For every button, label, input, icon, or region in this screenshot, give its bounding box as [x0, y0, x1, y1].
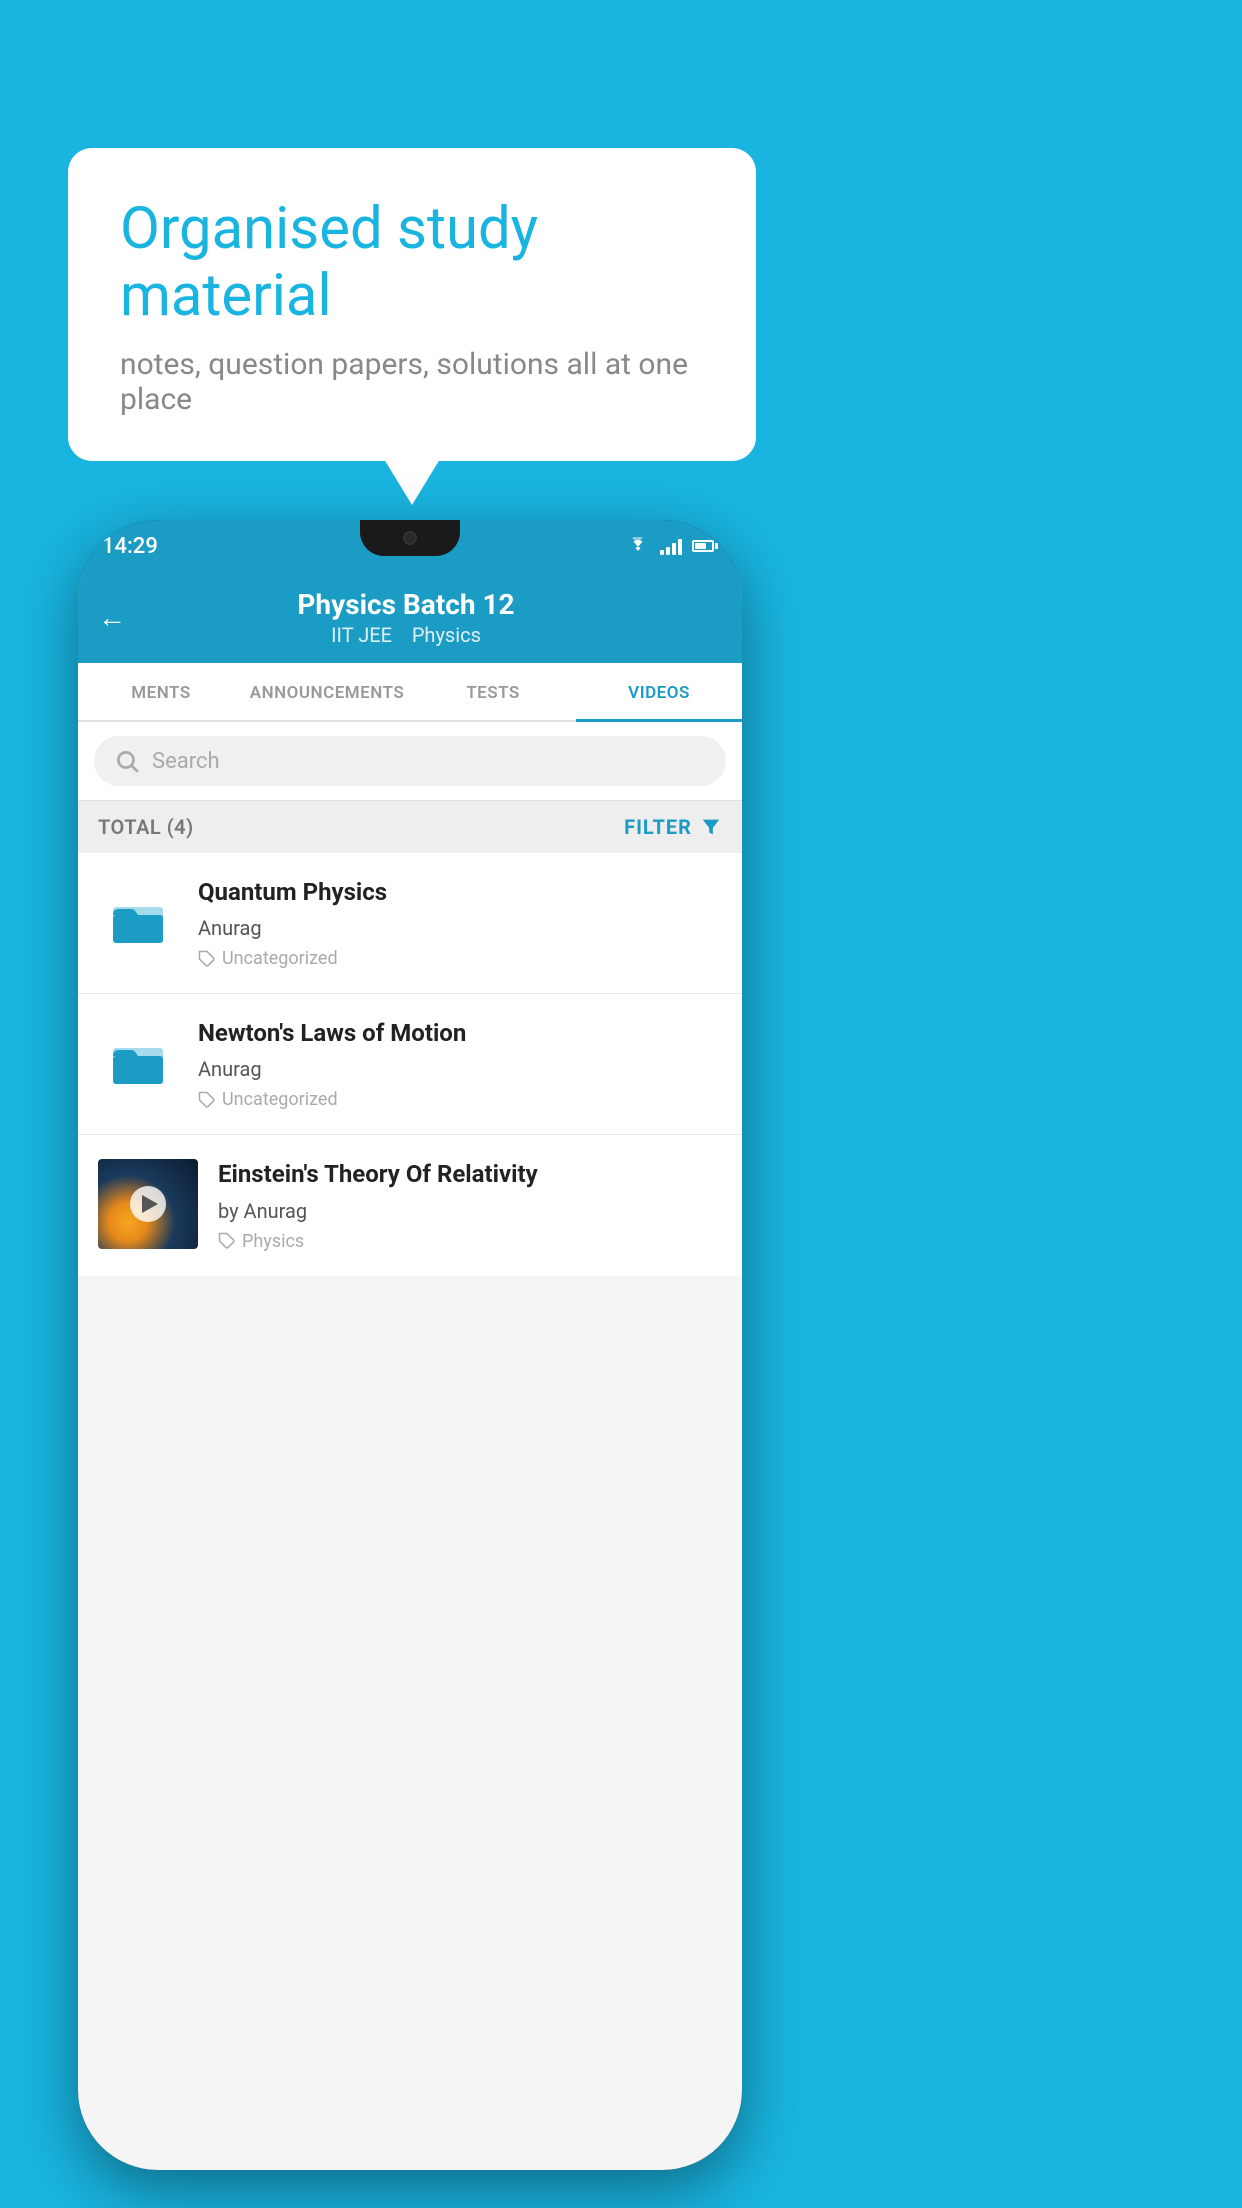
- status-time: 14:29: [102, 534, 158, 559]
- tab-tests[interactable]: TESTS: [410, 663, 576, 722]
- header-subtitle-iitjee: IIT JEE: [331, 623, 392, 647]
- tag-icon: [198, 950, 216, 968]
- signal-icon: [660, 537, 682, 555]
- video-author: by Anurag: [218, 1199, 722, 1223]
- header-subtitle-physics: Physics: [412, 623, 481, 647]
- header-main-title: Physics Batch 12: [142, 588, 670, 621]
- video-thumbnail: [98, 1159, 198, 1249]
- folder-icon-container: [98, 877, 178, 967]
- phone-screen: ← Physics Batch 12 IIT JEE Physics MENTS…: [78, 572, 742, 2170]
- video-title: Einstein's Theory Of Relativity: [218, 1159, 722, 1190]
- bubble-title: Organised study material: [120, 196, 704, 329]
- folder-icon-container: [98, 1018, 178, 1108]
- filter-label: FILTER: [624, 815, 692, 839]
- list-item[interactable]: Newton's Laws of Motion Anurag Uncategor…: [78, 994, 742, 1135]
- tab-videos[interactable]: VIDEOS: [576, 663, 742, 722]
- play-icon: [142, 1195, 158, 1213]
- tag-icon: [218, 1232, 236, 1250]
- list-item[interactable]: Quantum Physics Anurag Uncategorized: [78, 853, 742, 994]
- tag-label: Uncategorized: [222, 948, 338, 969]
- video-info: Quantum Physics Anurag Uncategorized: [198, 877, 722, 969]
- video-info: Einstein's Theory Of Relativity by Anura…: [218, 1159, 722, 1251]
- search-bar[interactable]: Search: [94, 736, 726, 786]
- back-button[interactable]: ←: [98, 601, 126, 634]
- filter-icon: [700, 816, 722, 838]
- list-item[interactable]: Einstein's Theory Of Relativity by Anura…: [78, 1135, 742, 1275]
- tab-announcements[interactable]: ANNOUNCEMENTS: [244, 663, 410, 722]
- tabs-bar: MENTS ANNOUNCEMENTS TESTS VIDEOS: [78, 663, 742, 722]
- video-tag: Uncategorized: [198, 948, 722, 969]
- tag-label: Physics: [242, 1231, 304, 1252]
- bubble-subtitle: notes, question papers, solutions all at…: [120, 347, 704, 417]
- header-title-area: Physics Batch 12 IIT JEE Physics: [142, 588, 670, 647]
- speech-bubble: Organised study material notes, question…: [68, 148, 756, 461]
- play-button[interactable]: [130, 1186, 166, 1222]
- phone-notch: [360, 520, 460, 556]
- phone-frame: 14:29: [78, 520, 742, 2170]
- total-count-label: TOTAL (4): [98, 815, 194, 839]
- folder-icon: [108, 892, 168, 952]
- app-header: ← Physics Batch 12 IIT JEE Physics: [78, 572, 742, 663]
- video-list: Quantum Physics Anurag Uncategorized: [78, 853, 742, 1276]
- video-author: Anurag: [198, 1057, 722, 1081]
- tag-icon: [198, 1091, 216, 1109]
- folder-icon: [108, 1033, 168, 1093]
- tag-label: Uncategorized: [222, 1089, 338, 1110]
- tab-ments[interactable]: MENTS: [78, 663, 244, 722]
- video-title: Newton's Laws of Motion: [198, 1018, 722, 1049]
- front-camera: [403, 531, 417, 545]
- video-author: Anurag: [198, 916, 722, 940]
- video-tag: Uncategorized: [198, 1089, 722, 1110]
- status-icons: [626, 537, 718, 555]
- search-placeholder: Search: [152, 749, 220, 774]
- video-info: Newton's Laws of Motion Anurag Uncategor…: [198, 1018, 722, 1110]
- header-subtitle: IIT JEE Physics: [142, 623, 670, 647]
- filter-bar: TOTAL (4) FILTER: [78, 801, 742, 853]
- video-title: Quantum Physics: [198, 877, 722, 908]
- video-tag: Physics: [218, 1231, 722, 1252]
- filter-button[interactable]: FILTER: [624, 815, 722, 839]
- search-icon: [114, 748, 140, 774]
- wifi-icon: [626, 537, 650, 555]
- search-container: Search: [78, 722, 742, 801]
- status-bar: 14:29: [78, 520, 742, 572]
- battery-icon: [692, 540, 718, 552]
